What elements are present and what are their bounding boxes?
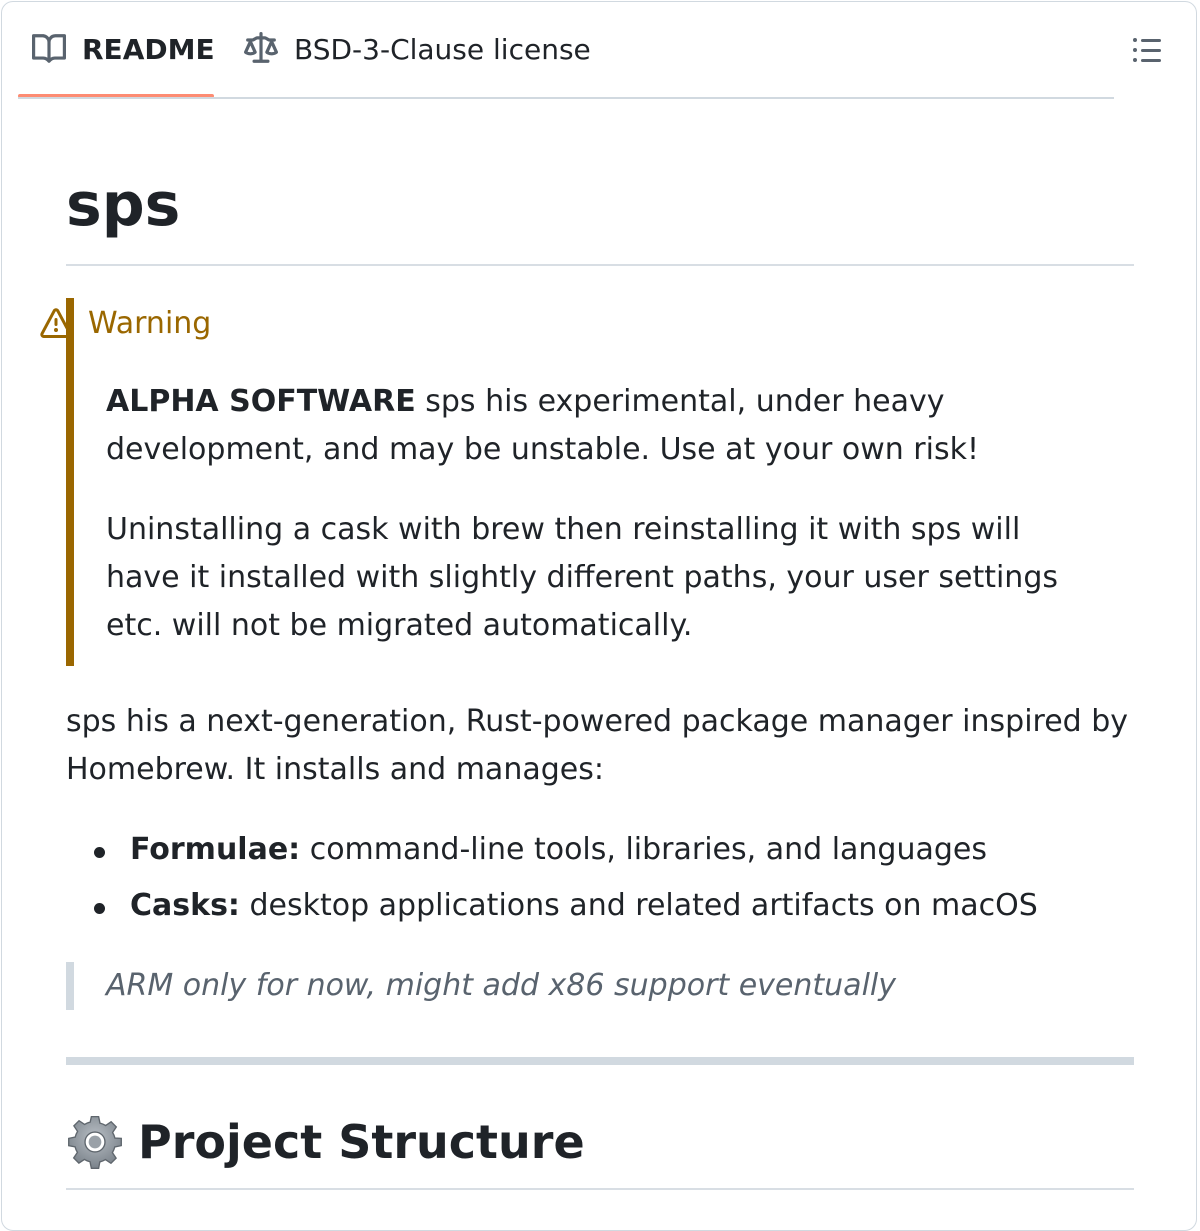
list-unordered-icon bbox=[1133, 38, 1161, 62]
readme-tab-bar: README BSD-3-Clause license bbox=[0, 0, 1200, 99]
warning-heading-text: Warning bbox=[88, 306, 212, 341]
warning-heading: Warning bbox=[40, 306, 211, 341]
law-scale-icon bbox=[244, 32, 278, 63]
blockquote-text: ARM only for now, might add x86 support … bbox=[106, 968, 896, 1003]
warning-paragraph-alpha: ALPHA SOFTWARE sps his experimental, und… bbox=[106, 378, 1066, 474]
warning-alert-bar bbox=[66, 298, 74, 666]
list-item-desc: command-line tools, libraries, and langu… bbox=[300, 832, 987, 867]
readme-title: sps bbox=[66, 170, 181, 240]
tab-bar-divider bbox=[18, 97, 1114, 99]
title-divider bbox=[66, 264, 1134, 266]
horizontal-rule bbox=[66, 1057, 1134, 1065]
tab-license-label: BSD-3-Clause license bbox=[294, 32, 591, 66]
table-of-contents-button[interactable] bbox=[1126, 30, 1168, 70]
list-item-term: Casks: bbox=[130, 888, 240, 923]
list-item-term: Formulae: bbox=[130, 832, 301, 867]
book-icon bbox=[32, 34, 66, 63]
tab-readme-label: README bbox=[82, 32, 215, 66]
intro-paragraph: sps his a next-generation, Rust-powered … bbox=[66, 704, 1129, 787]
section-heading: Project Structure bbox=[66, 1110, 585, 1174]
list-item-desc: desktop applications and related artifac… bbox=[239, 888, 1038, 923]
alpha-software-strong: ALPHA SOFTWARE bbox=[106, 384, 416, 419]
section-divider bbox=[66, 1188, 1134, 1190]
alert-triangle-icon bbox=[40, 307, 72, 338]
list-item: Casks: desktop applications and related … bbox=[66, 882, 1134, 938]
blockquote: ARM only for now, might add x86 support … bbox=[66, 962, 1134, 1010]
tab-readme[interactable]: README bbox=[18, 0, 215, 98]
tab-license[interactable]: BSD-3-Clause license bbox=[232, 0, 612, 98]
section-heading-text: Project Structure bbox=[138, 1115, 585, 1169]
gear-icon bbox=[68, 1115, 122, 1169]
list-item: Formulae: command-line tools, libraries,… bbox=[66, 826, 1134, 882]
warning-paragraph-uninstall: Uninstalling a cask with brew then reins… bbox=[106, 512, 1058, 643]
bullet bbox=[94, 903, 105, 914]
bullet bbox=[94, 847, 105, 858]
package-types-list: Formulae: command-line tools, libraries,… bbox=[66, 826, 1134, 938]
blockquote-bar bbox=[66, 962, 74, 1010]
